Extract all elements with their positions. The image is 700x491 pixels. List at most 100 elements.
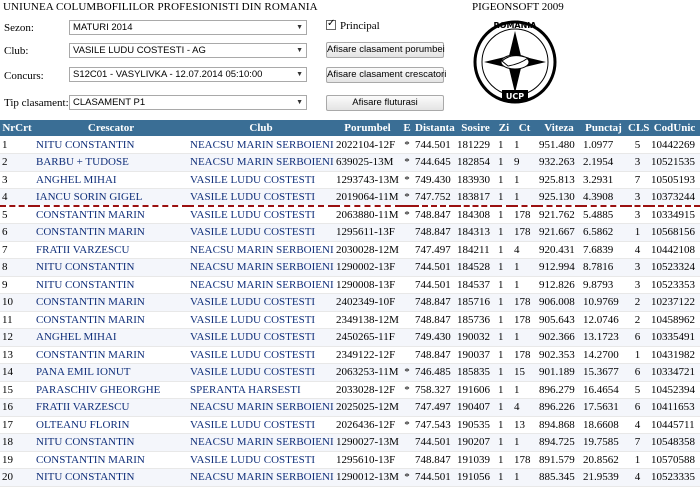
cell-nrcrt: 11: [0, 311, 34, 329]
cell-sosire: 185736: [455, 311, 496, 329]
cell-distanta: 749.430: [413, 328, 455, 347]
column-header-codunic[interactable]: CodUnic: [649, 120, 700, 136]
cell-ct: 1: [512, 188, 537, 207]
cell-viteza: 896.226: [537, 398, 581, 417]
afisare-porumbei-button[interactable]: Afisare clasament porumbei: [326, 42, 445, 58]
cell-codunic: 10458962: [649, 311, 700, 329]
principal-checkbox-wrap[interactable]: Principal: [326, 18, 380, 32]
concurs-select[interactable]: S12C01 - VASYLIVKA - 12.07.2014 05:10:00…: [69, 67, 307, 82]
cell-punctaj: 1.0977: [581, 136, 626, 154]
column-header-punctaj[interactable]: Punctaj: [581, 120, 626, 136]
column-header-cls[interactable]: CLS: [626, 120, 649, 136]
cell-cls: 4: [626, 241, 649, 259]
cell-e: *: [401, 188, 413, 207]
table-row: 20 NITU CONSTANTIN NEACSU MARIN SERBOIENI 1…: [0, 468, 700, 487]
cell-distanta: 748.847: [413, 293, 455, 312]
cell-codunic: 10334915: [649, 206, 700, 224]
cell-nrcrt: 19: [0, 451, 34, 469]
column-header-ct[interactable]: Ct: [512, 120, 537, 136]
cell-club: NEACSU MARIN SERBOIENI: [188, 136, 334, 154]
column-header-zi[interactable]: Zi: [496, 120, 512, 136]
cell-codunic: 10568156: [649, 223, 700, 242]
cell-porumbel: 2022104-12F: [334, 136, 401, 154]
cell-zi: 1: [496, 416, 512, 434]
cell-e: [401, 276, 413, 294]
chevron-down-icon: ▼: [296, 24, 303, 31]
cell-distanta: 747.497: [413, 241, 455, 259]
cell-ct: 4: [512, 241, 537, 259]
cell-cls: 3: [626, 276, 649, 294]
cell-club: SPERANTA HARSESTI: [188, 381, 334, 399]
cell-e: *: [401, 153, 413, 172]
cell-cls: 6: [626, 398, 649, 417]
cell-zi: 1: [496, 381, 512, 399]
cell-crescator: ANGHEL MIHAI: [34, 171, 188, 189]
cell-nrcrt: 9: [0, 276, 34, 294]
cell-distanta: 747.752: [413, 188, 455, 207]
cell-crescator: NITU CONSTANTIN: [34, 468, 188, 487]
cell-nrcrt: 12: [0, 328, 34, 347]
cell-cls: 4: [626, 416, 649, 434]
column-header-nrcrt[interactable]: NrCrt: [0, 120, 34, 136]
cell-ct: 1: [512, 328, 537, 347]
cell-cls: 6: [626, 328, 649, 347]
cell-sosire: 184313: [455, 223, 496, 242]
afisare-crescatori-button[interactable]: Afisare clasament crescatori: [326, 67, 446, 83]
column-header-crescator[interactable]: Crescator: [34, 120, 188, 136]
cell-club: VASILE LUDU COSTESTI: [188, 223, 334, 242]
cell-cls: 3: [626, 258, 649, 277]
cell-codunic: 10548358: [649, 433, 700, 452]
column-header-distanta[interactable]: Distanta: [413, 120, 455, 136]
sezon-select[interactable]: MATURI 2014 ▼: [69, 20, 307, 35]
principal-checkbox[interactable]: [326, 18, 336, 30]
cell-cls: 2: [626, 293, 649, 312]
cell-nrcrt: 7: [0, 241, 34, 259]
cell-nrcrt: 15: [0, 381, 34, 399]
cell-porumbel: 2450265-11F: [334, 328, 401, 347]
cell-porumbel: 2026436-12F: [334, 416, 401, 434]
cell-crescator: ANGHEL MIHAI: [34, 328, 188, 347]
tip-clasament-label: Tip clasament:: [4, 97, 69, 109]
cell-sosire: 190032: [455, 328, 496, 347]
cell-viteza: 925.130: [537, 188, 581, 207]
tip-clasament-select[interactable]: CLASAMENT P1 ▼: [69, 95, 307, 110]
cell-crescator: OLTEANU FLORIN: [34, 416, 188, 434]
cell-porumbel: 2019064-11M: [334, 188, 401, 207]
cell-distanta: 748.847: [413, 311, 455, 329]
table-row: 2 BARBU + TUDOSE NEACSU MARIN SERBOIENI 639…: [0, 153, 700, 172]
cell-cls: 1: [626, 346, 649, 364]
cell-nrcrt: 18: [0, 433, 34, 452]
cell-zi: 1: [496, 171, 512, 189]
cell-nrcrt: 5: [0, 206, 34, 224]
table-row: 12 ANGHEL MIHAI VASILE LUDU COSTESTI 245026…: [0, 328, 700, 347]
cell-e: *: [401, 136, 413, 154]
cell-crescator: NITU CONSTANTIN: [34, 136, 188, 154]
cell-zi: 1: [496, 346, 512, 364]
cell-e: [401, 328, 413, 347]
cell-porumbel: 2349122-12F: [334, 346, 401, 364]
cell-porumbel: 1290002-13F: [334, 258, 401, 277]
column-header-sosire[interactable]: Sosire: [455, 120, 496, 136]
club-select[interactable]: VASILE LUDU COSTESTI - AG ▼: [69, 43, 307, 58]
cell-e: [401, 258, 413, 277]
column-header-club[interactable]: Club: [188, 120, 334, 136]
table-row: 17 OLTEANU FLORIN VASILE LUDU COSTESTI 2026…: [0, 416, 700, 434]
cell-crescator: CONSTANTIN MARIN: [34, 293, 188, 312]
column-header-porumbel[interactable]: Porumbel: [334, 120, 401, 136]
principal-label: Principal: [340, 20, 380, 32]
cell-e: [401, 293, 413, 312]
cell-viteza: 905.643: [537, 311, 581, 329]
chevron-down-icon: ▼: [296, 47, 303, 54]
cell-zi: 1: [496, 223, 512, 242]
cell-e: [401, 223, 413, 242]
afisare-fluturasi-button[interactable]: Afisare fluturasi: [326, 95, 444, 111]
cell-codunic: 10237122: [649, 293, 700, 312]
column-header-e[interactable]: E: [401, 120, 413, 136]
table-header-row: NrCrt Crescator Club Porumbel E Distanta Sosir…: [0, 120, 700, 136]
cell-distanta: 744.645: [413, 153, 455, 172]
cell-distanta: 747.497: [413, 398, 455, 417]
cell-sosire: 190207: [455, 433, 496, 452]
column-header-viteza[interactable]: Viteza: [537, 120, 581, 136]
cell-punctaj: 15.3677: [581, 363, 626, 382]
cell-viteza: 921.667: [537, 223, 581, 242]
